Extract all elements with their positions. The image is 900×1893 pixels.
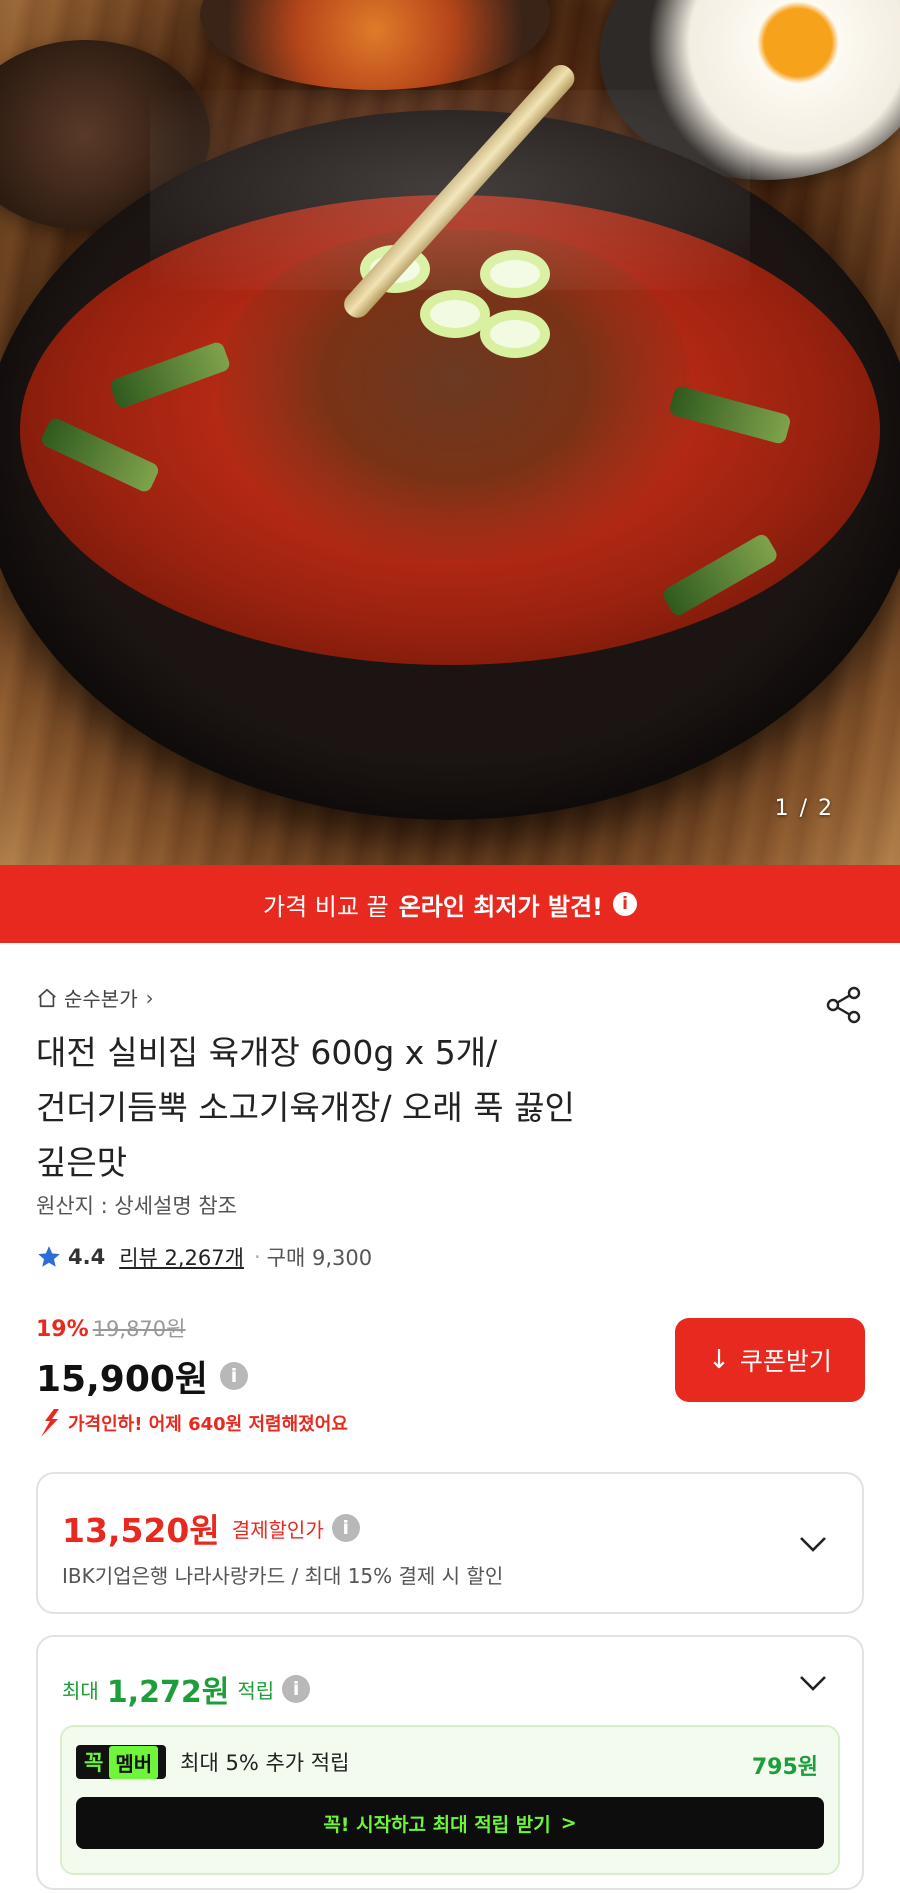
card-discount-detail: IBK기업은행 나라사랑카드 / 최대 15% 결제 시 할인: [62, 1564, 504, 1588]
price-info-icon[interactable]: i: [220, 1362, 249, 1390]
member-bonus-points: 795원: [751, 1755, 818, 1780]
card-discount-price: 13,520원: [62, 1511, 220, 1550]
banner-text: 가격 비교 끝: [263, 892, 389, 921]
member-bonus-box: 꼭 멤버 최대 5% 추가 적립 795원 꼭! 시작하고 최대 적립 받기 >: [60, 1725, 840, 1875]
home-icon: [38, 988, 56, 1007]
separator-dot: ·: [253, 1245, 261, 1269]
origin-info: 원산지 : 상세설명 참조: [36, 1194, 237, 1218]
purchase-count: 구매 9,300: [266, 1246, 373, 1270]
review-count-link[interactable]: 리뷰 2,267개: [119, 1242, 244, 1272]
rating-row: 4.4 리뷰 2,267개 · 구매 9,300: [36, 1242, 372, 1272]
points-prefix: 최대: [62, 1678, 99, 1703]
member-badge-mark: 꼭: [84, 1751, 104, 1775]
scallion-slice: [480, 310, 550, 358]
product-title-line: 깊은맛: [36, 1143, 128, 1182]
card-discount-price-row: 13,520원 결제할인가 i: [62, 1504, 360, 1552]
price-row: 15,900원 i: [36, 1350, 249, 1402]
member-row: 꼭 멤버 최대 5% 추가 적립: [76, 1745, 349, 1779]
coupon-download-button[interactable]: ↓ 쿠폰받기: [675, 1318, 865, 1402]
brand-name: 순수본가: [64, 987, 138, 1011]
points-row: 최대 1,272원 적립 i: [62, 1667, 311, 1711]
card-discount-panel[interactable]: 13,520원 결제할인가 i IBK기업은행 나라사랑카드 / 최대 15% …: [36, 1472, 864, 1614]
member-badge: 꼭 멤버: [76, 1745, 167, 1779]
points-panel: 최대 1,272원 적립 i 꼭 멤버 최대 5% 추가 적립 795원 꼭! …: [36, 1635, 864, 1890]
carousel-page-indicator: 1 / 2: [774, 796, 834, 821]
original-price: 19,870원: [92, 1317, 186, 1341]
points-suffix: 적립: [237, 1678, 275, 1703]
member-signup-label: 꼭! 시작하고 최대 적립 받기: [323, 1813, 551, 1836]
chevron-down-icon[interactable]: [798, 1534, 828, 1554]
product-title-line: 대전 실비집 육개장 600g x 5개/: [36, 1033, 498, 1072]
chevron-down-icon[interactable]: [798, 1673, 828, 1693]
discount-row: 19% 19,870원: [36, 1313, 185, 1343]
points-value: 1,272원: [106, 1675, 230, 1710]
member-bonus-text: 최대 5% 추가 적립: [180, 1751, 350, 1775]
price-drop-text: 가격인하! 어제 640원 저렴해졌어요: [68, 1414, 348, 1435]
points-info-icon[interactable]: i: [282, 1675, 311, 1703]
brand-link[interactable]: 순수본가 ›: [36, 983, 154, 1012]
chevron-right-icon: >: [560, 1812, 577, 1834]
discount-percent: 19%: [36, 1317, 89, 1342]
member-signup-button[interactable]: 꼭! 시작하고 최대 적립 받기 >: [76, 1797, 824, 1849]
product-title: 대전 실비집 육개장 600g x 5개/ 건더기듬뿍 소고기육개장/ 오래 푹…: [36, 1025, 736, 1190]
product-image-carousel[interactable]: 1 / 2: [0, 0, 900, 865]
coupon-button-label: 쿠폰받기: [739, 1347, 832, 1376]
member-badge-label: 멤버: [109, 1745, 159, 1779]
price-down-arrow-icon: [41, 1409, 59, 1437]
download-icon: ↓: [708, 1345, 730, 1375]
star-icon: [38, 1246, 60, 1267]
share-icon[interactable]: [822, 983, 866, 1027]
card-discount-label: 결제할인가: [231, 1517, 324, 1542]
info-icon[interactable]: i: [612, 892, 637, 916]
banner-highlight: 온라인 최저가 발견!: [398, 892, 603, 921]
product-title-line: 건더기듬뿍 소고기육개장/ 오래 푹 끓인: [36, 1088, 575, 1127]
lowest-price-banner[interactable]: 가격 비교 끝 온라인 최저가 발견! i: [0, 865, 900, 943]
steam: [150, 90, 750, 290]
sale-price: 15,900원: [36, 1359, 209, 1400]
chevron-right-icon: ›: [145, 985, 154, 1010]
rating-value: 4.4: [68, 1245, 106, 1269]
price-drop-notice: 가격인하! 어제 640원 저렴해졌어요: [36, 1408, 348, 1438]
card-discount-info-icon[interactable]: i: [331, 1514, 360, 1542]
